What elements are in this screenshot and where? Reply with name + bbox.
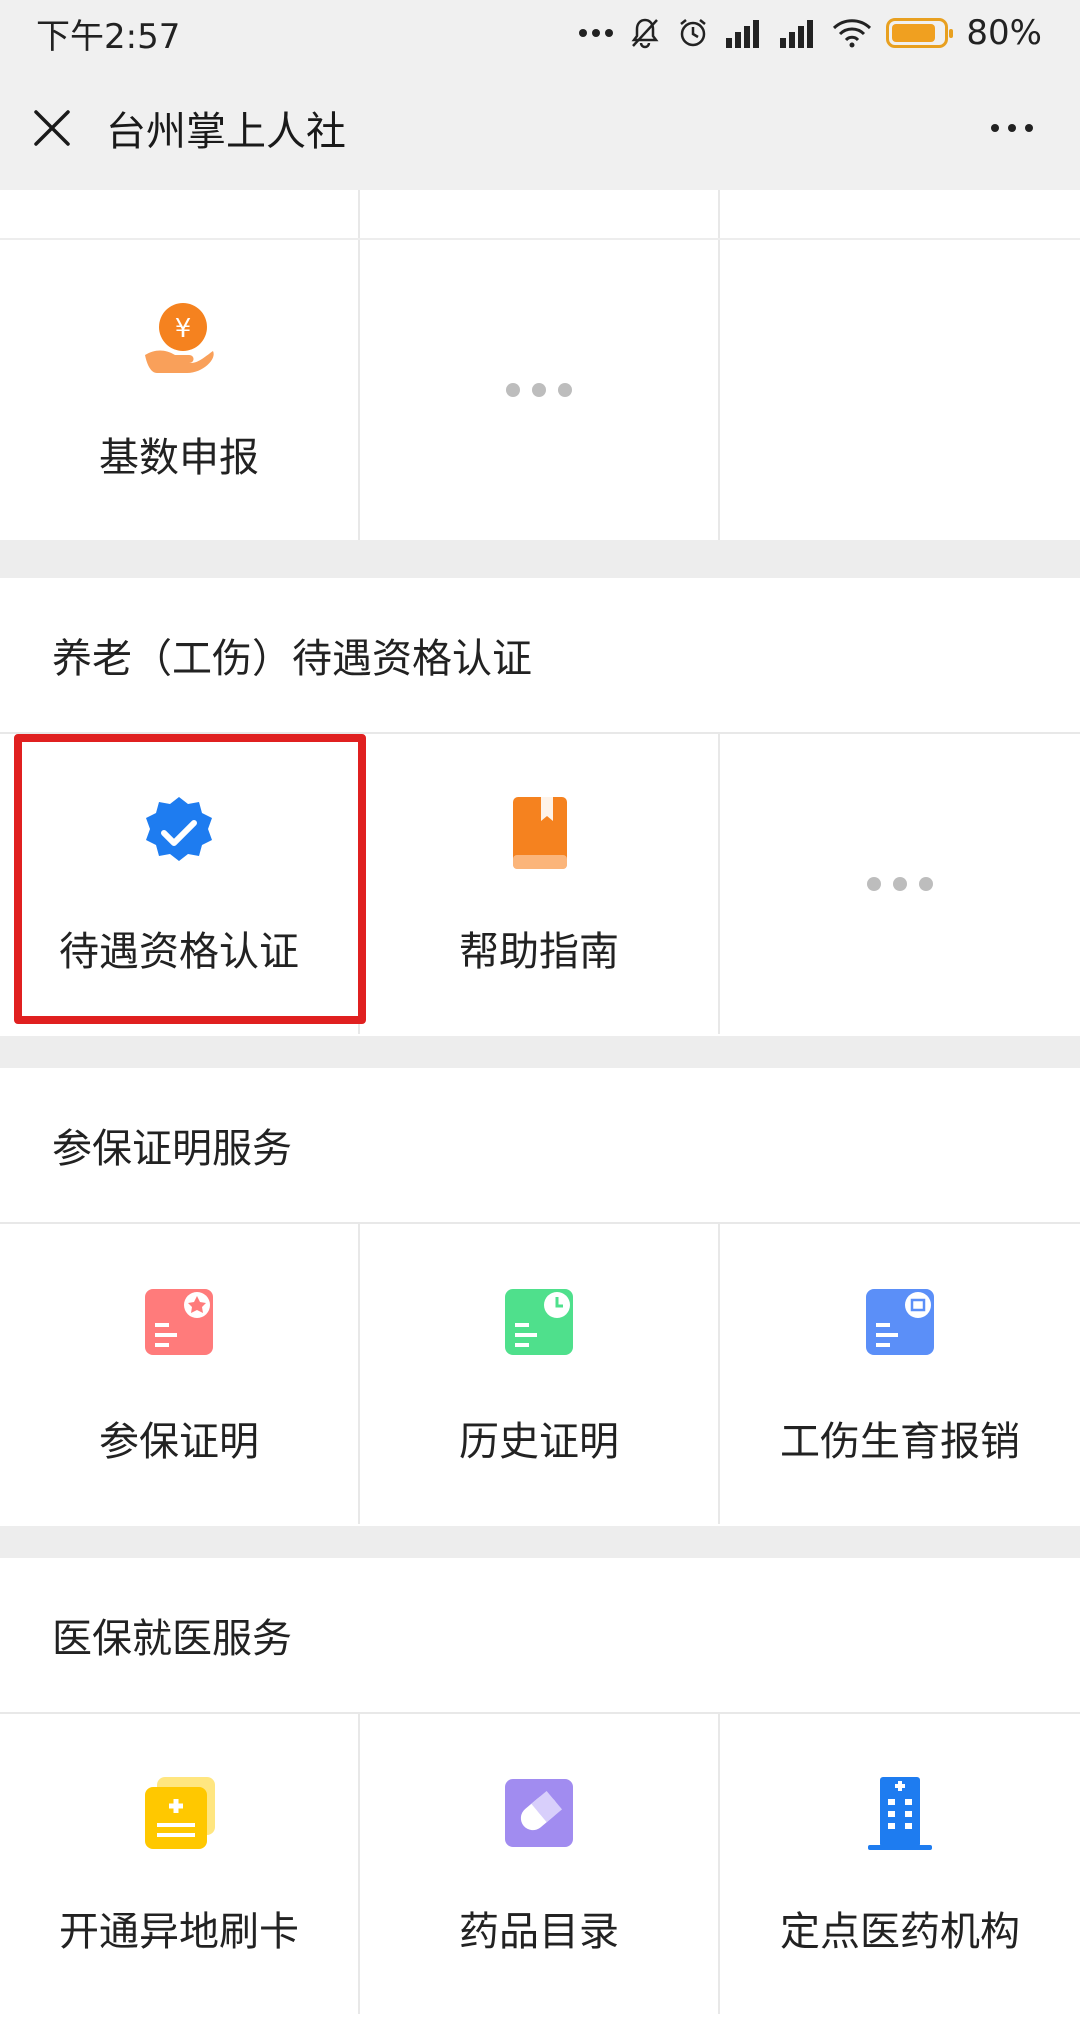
- certificate-clock-icon: [497, 1281, 581, 1365]
- service-cell-benefit-certification[interactable]: 待遇资格认证: [0, 734, 360, 1034]
- more-dots-icon: [506, 383, 572, 397]
- status-time: 下午2:57: [36, 16, 181, 57]
- close-button[interactable]: [20, 96, 84, 160]
- svg-text:¥: ¥: [175, 314, 192, 344]
- service-cell-more[interactable]: [360, 240, 720, 540]
- service-label: 历史证明: [459, 1419, 619, 1465]
- more-options-button[interactable]: [980, 96, 1044, 160]
- medical-card-icon: [137, 1771, 221, 1855]
- more-dot: [1008, 124, 1016, 132]
- section-card-insurance-proof: 参保证明服务 参保证明 历史证明 工伤生育报销: [0, 1068, 1080, 1526]
- service-cell-injury-maternity-reimbursement[interactable]: 工伤生育报销: [720, 1224, 1080, 1524]
- service-cell-designated-institutions[interactable]: 定点医药机构: [720, 1714, 1080, 2014]
- hospital-building-icon: [858, 1771, 942, 1855]
- more-dots-icon: [867, 877, 933, 891]
- service-cell-empty: [720, 240, 1080, 540]
- partial-cell: [360, 190, 720, 238]
- book-icon: [497, 791, 581, 875]
- partial-cell: [720, 190, 1080, 238]
- wifi-icon: [832, 18, 872, 48]
- service-label: 药品目录: [459, 1909, 619, 1955]
- certificate-star-icon: [137, 1281, 221, 1365]
- status-icons: 80%: [578, 13, 1042, 53]
- service-cell-more[interactable]: [720, 734, 1080, 1034]
- battery-percent: 80%: [966, 13, 1042, 53]
- service-label: 帮助指南: [459, 929, 619, 975]
- service-cell-remote-card[interactable]: 开通异地刷卡: [0, 1714, 360, 2014]
- partial-cell: [0, 190, 360, 238]
- page-title: 台州掌上人社: [106, 109, 346, 155]
- close-icon: [34, 110, 70, 146]
- grid-card-0: ¥ 基数申报: [0, 240, 1080, 540]
- yuan-hand-icon: ¥: [137, 297, 221, 381]
- service-label: 基数申报: [99, 435, 259, 481]
- service-cell-history-proof[interactable]: 历史证明: [360, 1224, 720, 1524]
- alarm-clock-icon: [676, 16, 710, 50]
- battery-icon: [886, 18, 954, 48]
- more-dot: [991, 124, 999, 132]
- service-label: 定点医药机构: [780, 1909, 1020, 1955]
- service-label: 参保证明: [99, 1419, 259, 1465]
- more-dot: [1025, 124, 1033, 132]
- service-label: 待遇资格认证: [59, 929, 299, 975]
- service-cell-base-declaration[interactable]: ¥ 基数申报: [0, 240, 360, 540]
- service-cell-drug-catalog[interactable]: 药品目录: [360, 1714, 720, 2014]
- more-notifications-icon: [578, 27, 614, 39]
- main-content: ¥ 基数申报 养老（工伤）待遇资格认证 待遇资格认证 帮助指南 参保证明服务 参…: [0, 190, 1080, 2024]
- signal-icon-2: [778, 18, 818, 48]
- title-bar: 台州掌上人社: [0, 66, 1080, 190]
- service-cell-insurance-proof[interactable]: 参保证明: [0, 1224, 360, 1524]
- partial-grid-row: [0, 190, 1080, 238]
- section-header: 参保证明服务: [0, 1068, 1080, 1224]
- service-label: 开通异地刷卡: [59, 1909, 299, 1955]
- service-label: 工伤生育报销: [780, 1419, 1020, 1465]
- section-card-medical-services: 医保就医服务 开通异地刷卡 药品目录 定点医药机构: [0, 1558, 1080, 2024]
- service-cell-help-guide[interactable]: 帮助指南: [360, 734, 720, 1034]
- status-bar: 下午2:57 80%: [0, 0, 1080, 66]
- certificate-zheng-icon: [858, 1281, 942, 1365]
- section-header: 养老（工伤）待遇资格认证: [0, 578, 1080, 734]
- mute-bell-icon: [628, 16, 662, 50]
- verified-badge-icon: [137, 791, 221, 875]
- pill-icon: [497, 1771, 581, 1855]
- signal-icon: [724, 18, 764, 48]
- section-header: 医保就医服务: [0, 1558, 1080, 1714]
- section-card-pension-certification: 养老（工伤）待遇资格认证 待遇资格认证 帮助指南: [0, 578, 1080, 1036]
